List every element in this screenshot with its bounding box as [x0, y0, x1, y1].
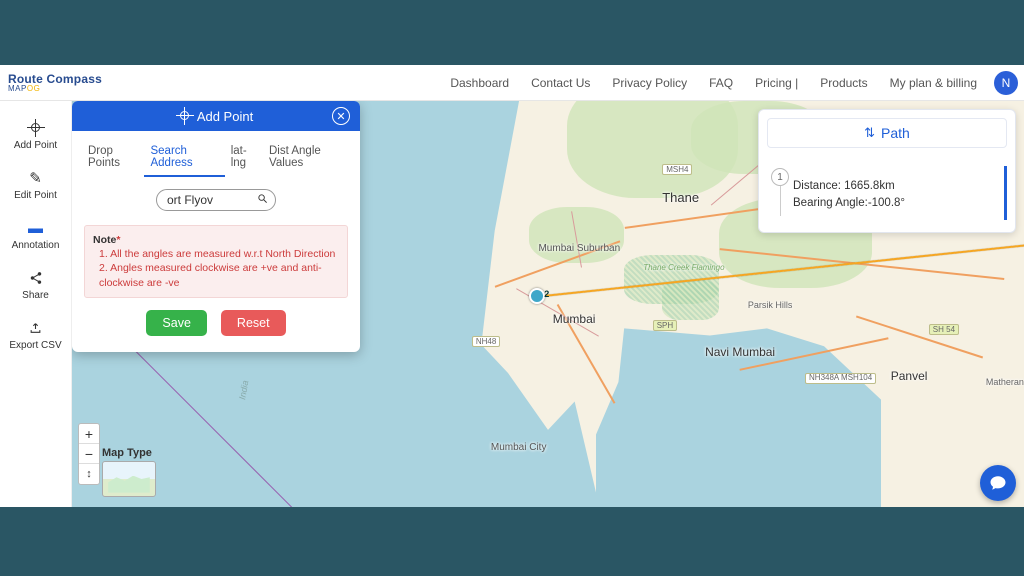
zoom-control: + − ↕ — [78, 423, 100, 485]
target-icon — [179, 110, 191, 122]
panel-close-button[interactable]: ✕ — [332, 107, 350, 125]
city-label-mumbai: Mumbai — [553, 312, 596, 326]
brand-logo[interactable]: Route Compass MAPOG — [6, 73, 102, 93]
sea-label-india: India — [237, 380, 250, 401]
save-button[interactable]: Save — [146, 310, 207, 336]
panel-actions: Save Reset — [72, 310, 360, 352]
pencil-icon: ✎ — [29, 169, 42, 187]
map-type-label: Map Type — [102, 447, 156, 459]
label-parsik-hills: Parsik Hills — [748, 300, 793, 310]
user-avatar[interactable]: N — [994, 71, 1018, 95]
bearing-value: -100.8° — [868, 197, 905, 209]
nav-pricing[interactable]: Pricing | — [744, 76, 809, 90]
label-matheran: Matheran — [986, 377, 1024, 387]
sidebar-annotation[interactable]: ▬ Annotation — [0, 211, 71, 261]
left-sidebar: Add Point ✎ Edit Point ▬ Annotation Shar… — [0, 101, 72, 507]
map-canvas[interactable]: 2 Mumbai Thane Navi Mumbai Panvel Mumbai… — [72, 101, 1024, 507]
nav-dashboard[interactable]: Dashboard — [439, 76, 520, 90]
panel-tabs: Drop Points Search Address lat-lng Dist … — [72, 131, 360, 177]
zoom-in-button[interactable]: + — [79, 424, 99, 444]
note-box: Note* 1. All the angles are measured w.r… — [84, 225, 348, 298]
city-label-thane: Thane — [662, 190, 699, 205]
tab-search-address[interactable]: Search Address — [144, 141, 224, 177]
road-badge-sh54: SH 54 — [929, 324, 959, 335]
city-label-mumbai-city: Mumbai City — [491, 442, 547, 453]
city-label-panvel: Panvel — [891, 369, 928, 383]
panel-title: Add Point — [197, 109, 253, 124]
app-stage: Route Compass MAPOG Dashboard Contact Us… — [0, 65, 1024, 507]
map-marker-2[interactable] — [529, 288, 545, 304]
top-navbar: Route Compass MAPOG Dashboard Contact Us… — [0, 65, 1024, 101]
sidebar-label: Edit Point — [14, 190, 57, 201]
swap-icon: ⇅ — [864, 125, 875, 141]
share-icon — [29, 269, 43, 287]
sidebar-label: Annotation — [12, 240, 60, 251]
sidebar-export-csv[interactable]: Export CSV — [0, 311, 71, 361]
nav-my-plan-billing[interactable]: My plan & billing — [879, 76, 988, 90]
panel-header: Add Point ✕ — [72, 101, 360, 131]
path-readout: Distance: 1665.8km Bearing Angle:-100.8° — [793, 166, 1004, 213]
zoom-out-button[interactable]: − — [79, 444, 99, 464]
comment-icon: ▬ — [28, 219, 43, 237]
distance-value: 1665.8km — [844, 180, 895, 192]
sidebar-label: Add Point — [14, 140, 57, 151]
brand-sub-text: MAPOG — [8, 85, 102, 93]
path-segment: 1 Distance: 1665.8km Bearing Angle:-100.… — [767, 166, 1007, 220]
note-line-1: 1. All the angles are measured w.r.t Nor… — [93, 247, 339, 261]
path-panel: ⇅ Path 1 Distance: 1665.8km Bearing Angl… — [758, 109, 1016, 233]
map-type-thumbnail[interactable] — [102, 461, 156, 497]
bearing-label: Bearing Angle: — [793, 197, 868, 209]
distance-label: Distance: — [793, 180, 844, 192]
note-line-2: 2. Angles measured clockwise are +ve and… — [93, 261, 339, 289]
export-icon — [29, 319, 42, 337]
tab-drop-points[interactable]: Drop Points — [82, 141, 144, 177]
note-label: Note* — [93, 234, 120, 246]
road-badge-nh348a: NH348A MSH104 — [805, 373, 876, 384]
road-badge-msh4: MSH4 — [662, 164, 692, 175]
search-row — [72, 177, 360, 221]
tab-lat-lng[interactable]: lat-lng — [225, 141, 263, 177]
sidebar-add-point[interactable]: Add Point — [0, 111, 71, 161]
sidebar-label: Export CSV — [9, 340, 61, 351]
nav-products[interactable]: Products — [809, 76, 878, 90]
road-badge-nh48: NH48 — [472, 336, 500, 347]
search-address-input[interactable] — [156, 189, 276, 211]
reset-button[interactable]: Reset — [221, 310, 286, 336]
nav-privacy-policy[interactable]: Privacy Policy — [601, 76, 698, 90]
sidebar-edit-point[interactable]: ✎ Edit Point — [0, 161, 71, 211]
chat-button[interactable] — [980, 465, 1016, 501]
target-icon — [30, 119, 42, 137]
nav-contact-us[interactable]: Contact Us — [520, 76, 601, 90]
sidebar-share[interactable]: Share — [0, 261, 71, 311]
path-index-badge: 1 — [771, 168, 789, 186]
map-marker-2-label: 2 — [544, 289, 549, 299]
map-type-selector[interactable]: Map Type — [102, 447, 156, 497]
sidebar-label: Share — [22, 290, 49, 301]
city-label-navi-mumbai: Navi Mumbai — [705, 345, 775, 359]
add-point-panel: Add Point ✕ Drop Points Search Address l… — [72, 101, 360, 352]
city-label-mumbai-suburban: Mumbai Suburban — [538, 243, 620, 254]
chat-icon — [989, 474, 1007, 492]
label-thane-creek: Thane Creek Flamingo — [643, 263, 724, 272]
reset-north-button[interactable]: ↕ — [79, 464, 99, 484]
road-badge-sph: SPH — [653, 320, 677, 331]
nav-faq[interactable]: FAQ — [698, 76, 744, 90]
tab-dist-angle[interactable]: Dist Angle Values — [263, 141, 350, 177]
path-panel-title[interactable]: ⇅ Path — [767, 118, 1007, 148]
